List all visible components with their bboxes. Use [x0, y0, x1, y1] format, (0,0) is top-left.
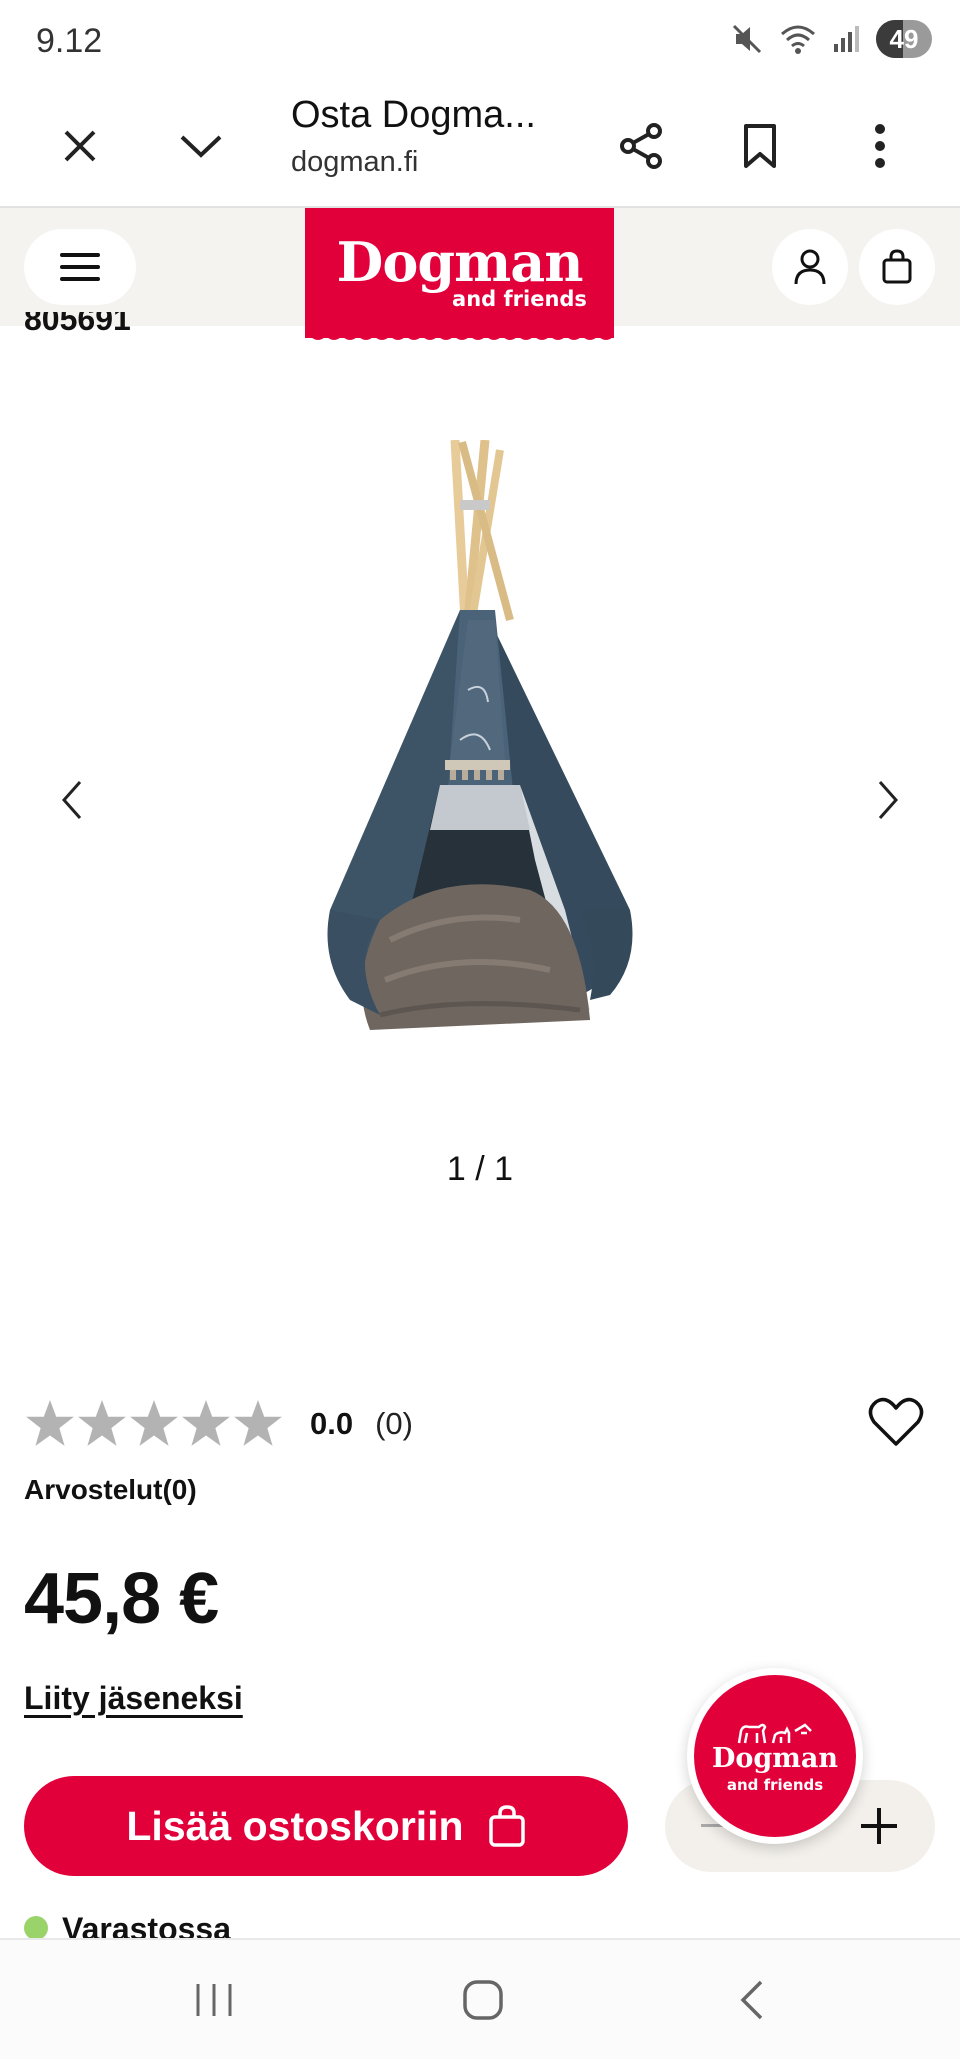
close-icon: [64, 130, 96, 162]
product-gallery: 1 / 1: [0, 330, 960, 1230]
chevron-left-icon: [61, 781, 82, 819]
status-bar: 9.12 49: [0, 0, 960, 84]
shopping-bag-icon: [882, 249, 912, 284]
rating-summary[interactable]: 0.0 (0): [24, 1398, 413, 1450]
status-time: 9.12: [36, 22, 103, 60]
signal-icon: [834, 26, 859, 52]
back-button[interactable]: [712, 1970, 792, 2030]
menu-button[interactable]: [24, 229, 136, 305]
user-icon: [794, 249, 826, 285]
gallery-prev-button[interactable]: [42, 760, 102, 840]
star-icon: [130, 1400, 178, 1446]
share-button[interactable]: [601, 106, 681, 186]
rating-value: 0.0: [310, 1406, 354, 1441]
shopping-bag-icon: [488, 1805, 525, 1847]
bookmark-icon: [744, 124, 776, 168]
mute-icon: [732, 24, 762, 54]
hamburger-icon: [60, 253, 100, 281]
page-title: Osta Dogma...: [291, 94, 536, 136]
add-to-cart-label: Lisää ostoskoriin: [126, 1802, 464, 1849]
bookmark-button[interactable]: [720, 106, 800, 186]
recent-apps-button[interactable]: [174, 1970, 254, 2030]
wishlist-heart-icon[interactable]: [868, 1396, 924, 1448]
logo-sub-text: and friends: [452, 287, 587, 311]
share-icon: [620, 123, 662, 169]
recent-apps-icon: [196, 1984, 232, 2016]
rating-count: (0): [375, 1406, 413, 1441]
badge-main-text: Dogman: [712, 1742, 838, 1774]
cart-button[interactable]: [859, 229, 935, 305]
battery-level: 49: [889, 24, 919, 54]
join-membership-link[interactable]: Liity jäseneksi: [24, 1680, 243, 1717]
logo-wave-edge: [305, 332, 614, 340]
reviews-link[interactable]: Arvostelut(0): [24, 1474, 197, 1506]
home-button[interactable]: [443, 1970, 523, 2030]
browser-toolbar: Osta Dogma... dogman.fi: [0, 84, 960, 208]
stock-status: Varastossa: [24, 1912, 231, 1938]
page-domain: dogman.fi: [291, 146, 419, 178]
site-header: Dogman and friends: [0, 208, 960, 338]
system-navigation-bar: [0, 1938, 960, 2059]
star-icon: [234, 1400, 282, 1446]
star-icon: [26, 1400, 74, 1446]
logo-main-text: Dogman: [336, 230, 584, 294]
chevron-right-icon: [878, 781, 899, 819]
star-icon: [78, 1400, 126, 1446]
product-image[interactable]: [290, 440, 670, 1060]
badge-inner: Dogman and friends: [694, 1675, 856, 1837]
dogman-floating-badge[interactable]: Dogman and friends: [687, 1668, 863, 1844]
status-icons: 49: [730, 20, 932, 58]
close-tab-button[interactable]: [40, 106, 120, 186]
animals-icon: [737, 1722, 812, 1743]
home-icon: [463, 1980, 503, 2020]
add-to-cart-button[interactable]: Lisää ostoskoriin: [24, 1776, 628, 1876]
star-icon: [182, 1400, 230, 1446]
minimize-button[interactable]: [161, 106, 241, 186]
gallery-next-button[interactable]: [858, 760, 918, 840]
badge-sub-text: and friends: [726, 1775, 824, 1794]
gallery-counter: 1 / 1: [446, 1150, 514, 1188]
stock-text: Varastossa: [62, 1912, 232, 1938]
more-vert-icon: [875, 124, 885, 168]
product-price: 45,8 €: [24, 1559, 219, 1639]
site-logo[interactable]: Dogman and friends: [305, 208, 614, 338]
back-icon: [740, 1980, 763, 2020]
battery-indicator: 49: [876, 20, 932, 58]
wifi-icon: [781, 25, 815, 54]
chevron-down-icon: [180, 135, 222, 158]
stock-indicator-dot: [24, 1916, 48, 1938]
more-options-button[interactable]: [840, 106, 920, 186]
quantity-increase-button[interactable]: [853, 1800, 905, 1852]
account-button[interactable]: [772, 229, 848, 305]
